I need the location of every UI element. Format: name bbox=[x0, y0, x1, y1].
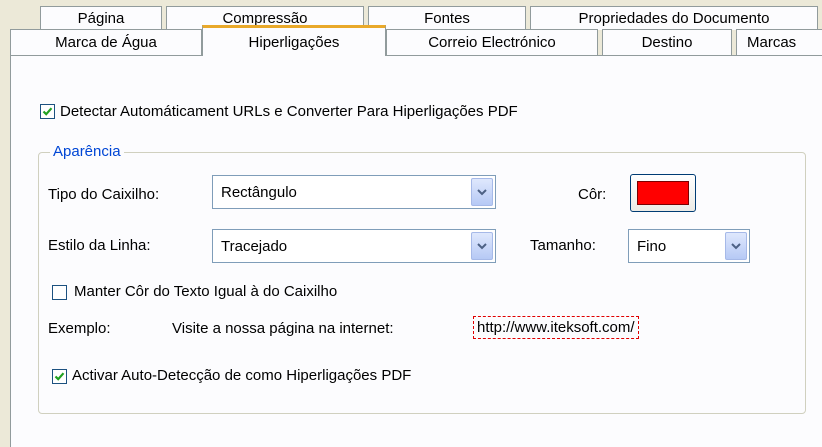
line-style-label: Estilo da Linha: bbox=[48, 237, 151, 254]
tab-fontes[interactable]: Fontes bbox=[368, 6, 526, 30]
tab-correio-electronico[interactable]: Correio Electrónico bbox=[386, 29, 598, 55]
tab-label: Correio Electrónico bbox=[428, 34, 556, 51]
tab-marca-de-agua[interactable]: Marca de Água bbox=[10, 29, 202, 55]
tab-label: Marcas bbox=[747, 34, 797, 51]
tab-destino[interactable]: Destino bbox=[602, 29, 732, 55]
auto-detect-label: Detectar Automáticament URLs e Converter… bbox=[60, 103, 518, 120]
line-style-select[interactable]: Tracejado bbox=[212, 229, 496, 263]
tab-label: Fontes bbox=[424, 10, 470, 27]
frame-type-value: Rectângulo bbox=[221, 184, 297, 201]
color-swatch bbox=[637, 181, 689, 205]
activate-autodetect-checkbox[interactable] bbox=[52, 369, 67, 384]
tab-label: Marca de Água bbox=[55, 34, 157, 51]
example-label: Exemplo: bbox=[48, 320, 111, 337]
size-value: Fino bbox=[637, 238, 667, 255]
example-text: Visite a nossa página na internet: bbox=[172, 320, 394, 337]
chevron-down-icon[interactable] bbox=[471, 178, 493, 206]
chevron-down-icon[interactable] bbox=[471, 232, 493, 260]
tab-marcas[interactable]: Marcas bbox=[736, 29, 822, 55]
tab-propriedades-documento[interactable]: Propriedades do Documento bbox=[530, 6, 818, 30]
line-style-value: Tracejado bbox=[221, 238, 288, 255]
tab-label: Destino bbox=[641, 34, 693, 51]
tab-label: Hiperligações bbox=[248, 33, 340, 51]
size-label: Tamanho: bbox=[530, 237, 596, 254]
keep-color-checkbox[interactable] bbox=[52, 285, 67, 300]
example-link: http://www.iteksoft.com/ bbox=[473, 316, 639, 339]
keep-color-label: Manter Côr do Texto Igual à do Caixilho bbox=[74, 283, 338, 300]
size-select[interactable]: Fino bbox=[628, 229, 750, 263]
checkmark-icon bbox=[42, 107, 53, 116]
chevron-down-icon[interactable] bbox=[725, 232, 747, 260]
frame-type-label: Tipo do Caixilho: bbox=[48, 186, 160, 203]
appearance-legend: Aparência bbox=[50, 143, 124, 160]
color-picker-button[interactable] bbox=[630, 174, 696, 212]
frame-type-select[interactable]: Rectângulo bbox=[212, 175, 496, 209]
activate-autodetect-label: Activar Auto-Detecção de como Hiperligaç… bbox=[72, 367, 412, 384]
color-label: Côr: bbox=[578, 186, 607, 203]
tab-label: Propriedades do Documento bbox=[578, 10, 770, 27]
checkmark-icon bbox=[54, 372, 65, 381]
auto-detect-checkbox[interactable] bbox=[40, 104, 55, 119]
tab-label: Página bbox=[77, 10, 125, 27]
tab-hiperligacoes[interactable]: Hiperligações bbox=[202, 25, 386, 56]
tab-pagina[interactable]: Página bbox=[40, 6, 162, 30]
